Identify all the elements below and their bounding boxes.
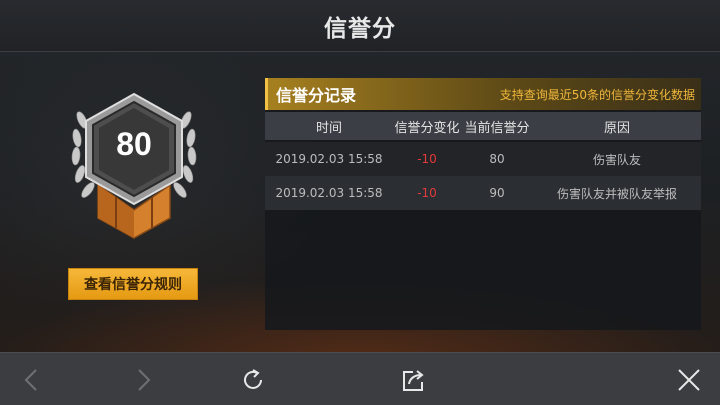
row-reason: 伤害队友并被队友举报 bbox=[556, 186, 677, 201]
record-hint: 支持查询最近50条的信誉分变化数据 bbox=[499, 87, 695, 102]
row-current: 90 bbox=[489, 186, 505, 200]
column-header-change: 信誉分变化 bbox=[394, 120, 460, 136]
back-icon[interactable] bbox=[19, 367, 45, 393]
header-bar: 信誉分 bbox=[0, 0, 720, 52]
credit-record-panel: 信誉分记录 支持查询最近50条的信誉分变化数据 时间 信誉分变化 当前信誉分 原… bbox=[265, 78, 701, 330]
row-time: 2019.02.03 15:58 bbox=[275, 152, 383, 166]
table-row: 2019.02.03 15:58 -10 80 伤害队友 bbox=[265, 142, 701, 176]
row-change: -10 bbox=[417, 152, 437, 166]
laurel-badge-icon bbox=[71, 92, 197, 239]
refresh-icon[interactable] bbox=[240, 367, 266, 393]
row-time: 2019.02.03 15:58 bbox=[275, 186, 383, 200]
browser-bottom-bar bbox=[0, 352, 720, 405]
view-credit-rules-button[interactable]: 查看信誉分规则 bbox=[68, 268, 198, 300]
column-header-time: 时间 bbox=[315, 120, 342, 136]
record-title: 信誉分记录 bbox=[276, 86, 357, 105]
row-reason: 伤害队友 bbox=[592, 152, 641, 167]
column-header-current: 当前信誉分 bbox=[464, 120, 530, 136]
column-header-reason: 原因 bbox=[603, 120, 630, 136]
row-change: -10 bbox=[417, 186, 437, 200]
close-icon[interactable] bbox=[676, 367, 702, 393]
forward-icon[interactable] bbox=[130, 367, 156, 393]
credit-score-value: 80 bbox=[116, 126, 152, 162]
table-header: 时间 信誉分变化 当前信誉分 原因 bbox=[265, 112, 701, 140]
credit-score-badge: 80 bbox=[68, 90, 200, 240]
share-icon[interactable] bbox=[401, 367, 427, 393]
row-current: 80 bbox=[489, 152, 505, 166]
table-row: 2019.02.03 15:58 -10 90 伤害队友并被队友举报 bbox=[265, 176, 701, 210]
page-title: 信誉分 bbox=[324, 15, 396, 42]
record-panel-header: 信誉分记录 支持查询最近50条的信誉分变化数据 bbox=[265, 78, 701, 110]
